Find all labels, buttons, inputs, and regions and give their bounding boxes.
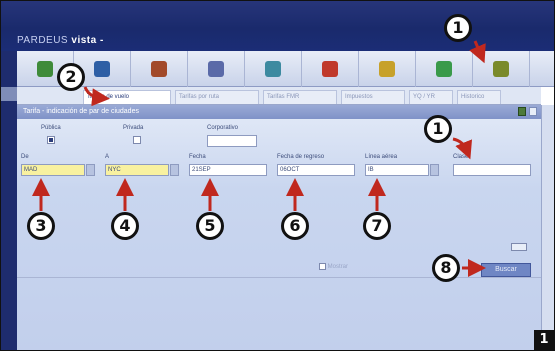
airline-input[interactable]: IB (365, 164, 429, 176)
publica-label: Pública (41, 125, 61, 131)
callout-linea-aerea: 7 (363, 212, 391, 240)
tab-1[interactable]: Tarifas por ruta (175, 90, 259, 104)
app-brand: PARDEUS vista - (17, 35, 104, 46)
toolbar-button-tools[interactable] (473, 51, 530, 87)
vertical-scrollbar[interactable] (541, 105, 554, 350)
callout-toolbar: 1 (444, 14, 472, 42)
de-label: De (21, 154, 29, 160)
panel-actions (518, 107, 537, 116)
return-date-input[interactable]: 06OCT (277, 164, 355, 176)
divider (17, 277, 541, 278)
globe-icon (94, 61, 110, 77)
callout-a: 4 (111, 212, 139, 240)
tab-0[interactable]: Tarifas de vuelo (83, 90, 171, 104)
panel-header: Tarifa - indicación de par de ciudades (17, 105, 541, 119)
search-button[interactable]: Buscar (481, 263, 531, 277)
publica-checkbox[interactable] (47, 136, 55, 144)
toolbar-button-currency[interactable] (131, 51, 188, 87)
tools-icon (493, 61, 509, 77)
class-input[interactable] (453, 164, 531, 176)
currency-icon (151, 61, 167, 77)
callout-fecha: 5 (196, 212, 224, 240)
fecha-label: Fecha (189, 154, 206, 160)
tab-2[interactable]: Tarifas FMR (263, 90, 337, 104)
corporativo-input[interactable] (207, 135, 257, 147)
tab-4[interactable]: YQ / YR (409, 90, 453, 104)
close-icon[interactable] (529, 107, 537, 116)
tab-3[interactable]: Impuestos (341, 90, 405, 104)
airline-lookup-button[interactable] (430, 164, 439, 176)
toolbar-button-plane[interactable] (188, 51, 245, 87)
module-toolbar (17, 51, 554, 87)
panel-title: Tarifa - indicación de par de ciudades (23, 108, 139, 115)
privada-label: Privada (123, 125, 144, 131)
privada-checkbox[interactable] (133, 136, 141, 144)
tab-row: Tarifas de vuelo Tarifas por ruta Tarifas … (17, 87, 541, 105)
callout-de: 3 (27, 212, 55, 240)
destination-lookup-button[interactable] (170, 164, 179, 176)
linea-aerea-label: Línea aérea (365, 154, 398, 160)
brand-prefix: PARDEUS (17, 35, 69, 46)
toolbar-button-folder[interactable] (416, 51, 473, 87)
destination-input[interactable]: NYC (105, 164, 169, 176)
toolbar-button-monitor[interactable] (245, 51, 302, 87)
departure-date-input[interactable]: 21SEP (189, 164, 267, 176)
callout-search: 8 (432, 254, 460, 282)
clase-label: Clase (453, 154, 469, 160)
monitor-icon (265, 61, 281, 77)
folder-icon (436, 61, 452, 77)
show-option-checkbox[interactable] (319, 263, 326, 270)
a-label: A (105, 154, 110, 160)
origin-input[interactable]: MAD (21, 164, 85, 176)
user-icon (322, 61, 338, 77)
callout-clase: 1 (424, 115, 452, 143)
tab-5[interactable]: Historico (457, 90, 501, 104)
save-icon[interactable] (518, 107, 526, 116)
toolbar-button-key[interactable] (359, 51, 416, 87)
toolbar-button-user[interactable] (302, 51, 359, 87)
brand-suffix: - (99, 35, 104, 46)
key-icon (379, 61, 395, 77)
show-option-label: Mostrar (327, 264, 349, 271)
show-option[interactable]: Mostrar (319, 263, 359, 273)
side-tab[interactable] (1, 87, 17, 101)
plane-icon (208, 61, 224, 77)
callout-fecha-regreso: 6 (281, 212, 309, 240)
home-icon (37, 61, 53, 77)
fecha-regreso-label: Fecha de regreso (277, 154, 325, 160)
brand-name: vista (71, 35, 97, 46)
options-button[interactable] (511, 243, 527, 251)
corporativo-label: Corporativo (207, 125, 239, 131)
callout-tabs: 2 (57, 63, 85, 91)
page-number: 1 (534, 330, 554, 350)
origin-lookup-button[interactable] (86, 164, 95, 176)
screenshot-frame: PARDEUS vista - Tarifas de vuelo Tarifas … (0, 0, 555, 351)
